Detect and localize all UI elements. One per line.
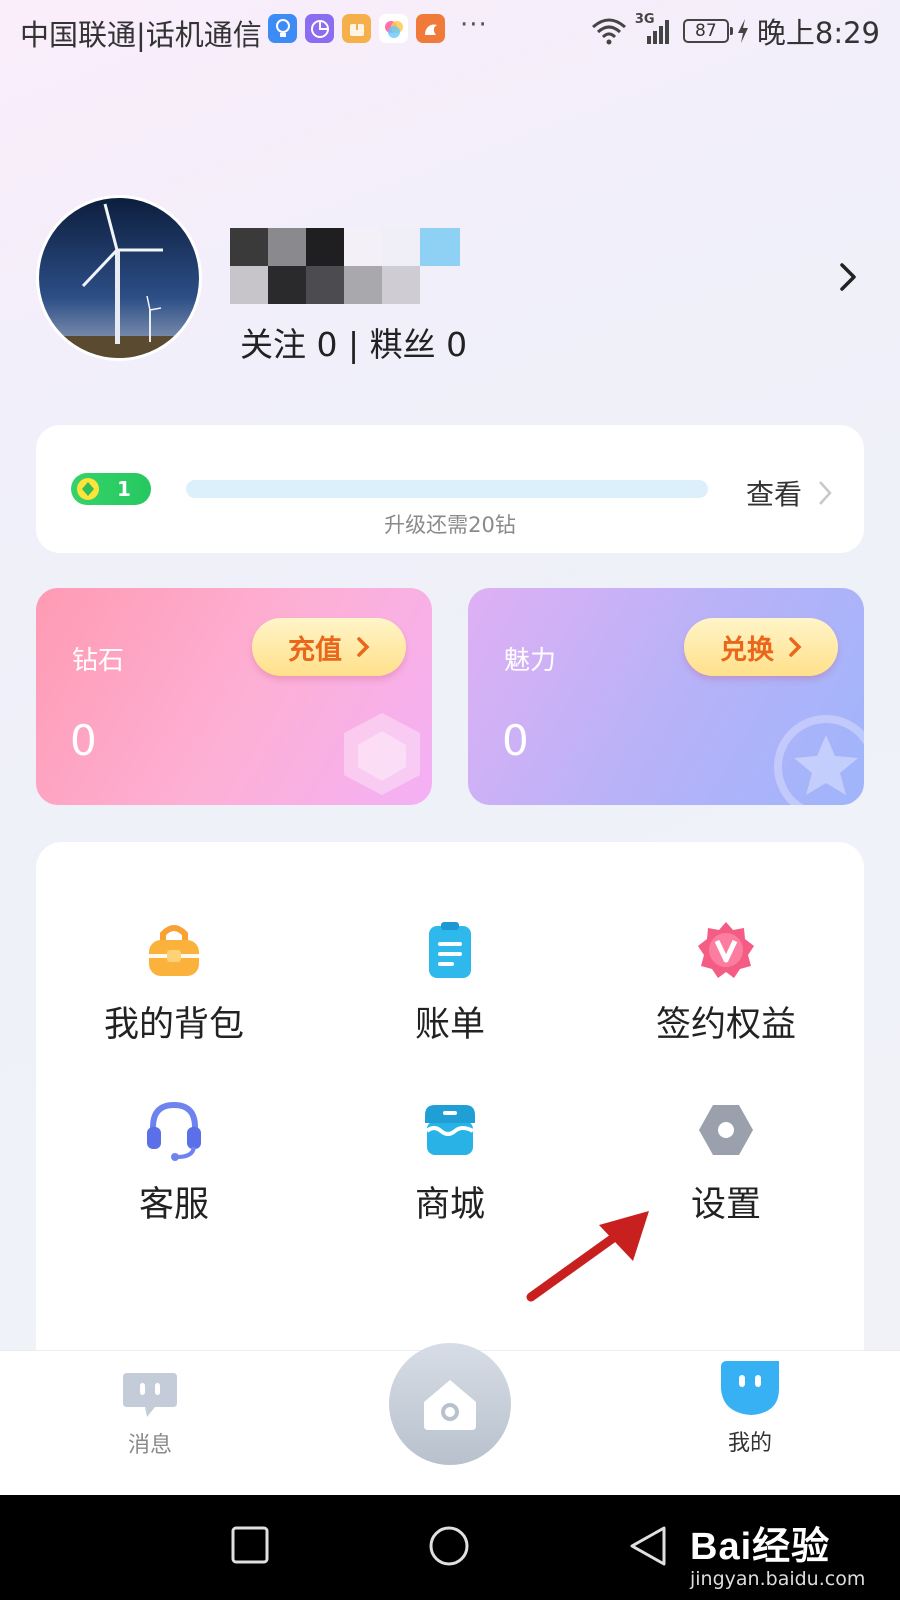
backpack-icon [144, 920, 204, 980]
chevron-right-icon[interactable] [838, 262, 858, 292]
avatar[interactable] [36, 195, 202, 361]
menu-label-shop: 商城 [414, 1185, 485, 1225]
chevron-right-icon [789, 637, 802, 657]
level-view-link[interactable]: 查看 [746, 473, 832, 513]
headset-icon [144, 1100, 204, 1161]
diamond-icon [77, 478, 99, 500]
notification-icons [268, 14, 445, 43]
more-notifications-icon: ··· [460, 10, 488, 40]
settings-icon [696, 1100, 756, 1160]
recents-button-icon[interactable] [230, 1525, 270, 1565]
level-number: 1 [117, 477, 131, 501]
bill-icon [420, 920, 480, 980]
recharge-button[interactable]: 充值 [252, 618, 406, 676]
charm-label: 魅力 [504, 646, 557, 676]
diamond-card[interactable]: 钻石 0 充值 [36, 588, 432, 805]
charm-value: 0 [502, 716, 529, 765]
menu-label-customer-service: 客服 [138, 1185, 209, 1225]
gem-decoration-icon [344, 713, 420, 795]
shop-icon [420, 1100, 480, 1160]
vip-badge-icon [696, 920, 756, 980]
home-button[interactable] [389, 1343, 511, 1465]
home-system-button-icon[interactable] [428, 1525, 470, 1567]
level-card[interactable]: 1 升级还需20钻 查看 [36, 425, 864, 553]
level-progress-bar [186, 480, 708, 498]
diamond-value: 0 [70, 716, 97, 765]
exchange-button[interactable]: 兑换 [684, 618, 838, 676]
charging-icon [737, 19, 748, 43]
watermark-brand: Bai经验 [690, 1526, 831, 1568]
level-view-label: 查看 [746, 478, 803, 511]
colorful-app-icon [379, 14, 408, 43]
chat-bubble-icon [123, 1373, 177, 1417]
signal-icon: 3G [635, 12, 675, 46]
tab-messages[interactable]: 消息 [110, 1369, 190, 1459]
status-bar: 中国联通|话机通信 ··· 3G 87 晚上8:29 [0, 0, 900, 62]
box-app-icon [342, 14, 371, 43]
tab-mine[interactable]: 我的 [710, 1353, 790, 1457]
follow-stats[interactable]: 关注 0 | 粸丝 0 [240, 318, 467, 366]
nickname-mosaic [230, 228, 460, 304]
menu-panel: 我的背包 账单 签约权益 客服 商城 设置 [36, 842, 864, 1362]
recharge-label: 充值 [288, 634, 342, 666]
baidu-watermark: Bai经验 jingyan.baidu.com [690, 1515, 865, 1590]
mine-face-icon [721, 1361, 779, 1415]
menu-label-contract-benefits: 签约权益 [655, 1005, 796, 1045]
menu-item-bill[interactable]: 账单 [312, 920, 588, 1070]
system-nav-bar: Bai经验 jingyan.baidu.com [0, 1495, 900, 1600]
level-hint: 升级还需20钻 [384, 513, 516, 537]
level-badge: 1 [71, 473, 151, 505]
carrier-label: 中国联通|话机通信 [20, 18, 262, 52]
menu-label-settings: 设置 [690, 1185, 761, 1225]
wifi-icon [591, 18, 626, 45]
clock: 晚上8:29 [756, 16, 880, 50]
chevron-right-icon [357, 637, 370, 657]
home-icon [424, 1380, 476, 1430]
battery-indicator: 87 [682, 19, 733, 43]
tab-mine-label: 我的 [727, 1431, 772, 1456]
menu-label-backpack: 我的背包 [103, 1005, 244, 1045]
status-right: 3G 87 晚上8:29 [591, 10, 880, 52]
menu-label-bill: 账单 [414, 1005, 485, 1045]
charm-card[interactable]: 魅力 0 兑换 [468, 588, 864, 805]
squirrel-app-icon [416, 14, 445, 43]
menu-item-customer-service[interactable]: 客服 [36, 1100, 312, 1250]
watermark-url: jingyan.baidu.com [690, 1568, 866, 1590]
star-decoration-icon [774, 715, 864, 805]
exchange-label: 兑换 [720, 634, 774, 666]
tab-messages-label: 消息 [127, 1433, 172, 1458]
pie-app-icon [305, 14, 334, 43]
back-button-icon[interactable] [628, 1525, 668, 1567]
bottom-nav: 消息 我的 [0, 1343, 900, 1495]
menu-item-contract-benefits[interactable]: 签约权益 [588, 920, 864, 1070]
menu-item-backpack[interactable]: 我的背包 [36, 920, 312, 1070]
chevron-right-icon [819, 481, 832, 505]
bulb-app-icon [268, 14, 297, 43]
annotation-arrow-icon [526, 1211, 649, 1302]
diamond-label: 钻石 [72, 646, 125, 676]
